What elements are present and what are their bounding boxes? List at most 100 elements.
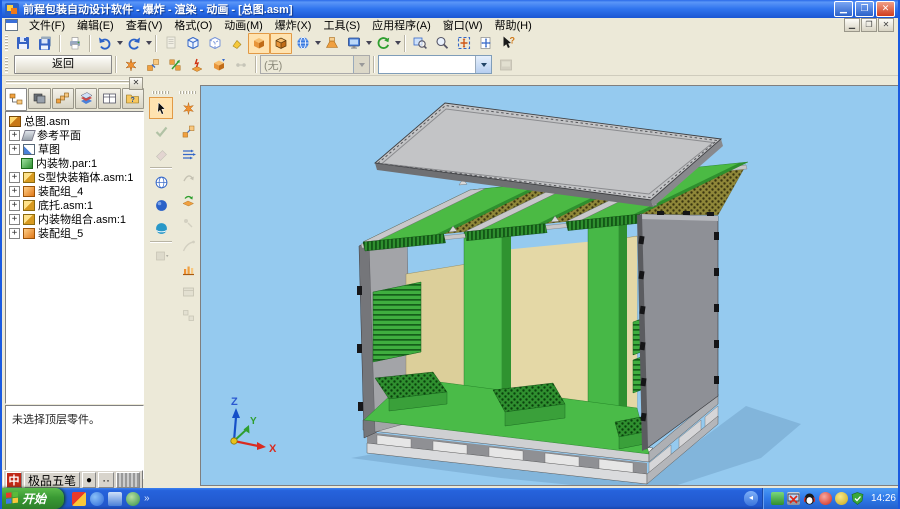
reposition-part-button[interactable] bbox=[164, 54, 186, 75]
tab-assembly-pathfinder[interactable] bbox=[5, 88, 27, 111]
ime-toolbar[interactable]: 中 极品五笔 ● ·· bbox=[3, 470, 143, 490]
tray-download-icon[interactable] bbox=[819, 492, 832, 505]
drop-tool-button[interactable] bbox=[176, 212, 200, 234]
restore-button[interactable]: ❐ bbox=[855, 1, 874, 17]
ime-keyboard-icon[interactable] bbox=[116, 472, 140, 488]
browser-globe-icon[interactable] bbox=[126, 492, 140, 506]
menu-explode[interactable]: 爆炸(X) bbox=[269, 17, 318, 33]
toolbar-grip[interactable] bbox=[152, 91, 170, 94]
more-tools-button[interactable] bbox=[149, 245, 173, 267]
tray-network-disconnected-icon[interactable] bbox=[787, 492, 800, 505]
unexplode-tool-button[interactable] bbox=[176, 166, 200, 188]
shaded-sphere-button[interactable] bbox=[149, 194, 173, 216]
menu-format[interactable]: 格式(O) bbox=[168, 17, 218, 33]
erase-button[interactable] bbox=[149, 143, 173, 165]
tree-item-contents-group[interactable]: + 内装物组合.asm:1 bbox=[6, 212, 143, 226]
child-close-button[interactable]: ✕ bbox=[878, 18, 894, 32]
select-tool-button[interactable] bbox=[149, 97, 173, 119]
tree-item-ref-planes[interactable]: + 参考平面 bbox=[6, 128, 143, 142]
refresh-button[interactable] bbox=[372, 33, 394, 54]
toolbar-grip[interactable] bbox=[5, 35, 8, 51]
tray-shield-icon[interactable] bbox=[851, 492, 864, 505]
close-button[interactable]: ✕ bbox=[876, 1, 895, 17]
flow-arrows-tool-button[interactable] bbox=[176, 143, 200, 165]
collapse-part-button[interactable] bbox=[186, 54, 208, 75]
expander-icon[interactable]: + bbox=[9, 214, 20, 225]
display-settings-dropdown[interactable] bbox=[365, 34, 372, 53]
fit-view-button[interactable] bbox=[453, 33, 475, 54]
menu-tools[interactable]: 工具(S) bbox=[317, 17, 366, 33]
refresh-dropdown[interactable] bbox=[394, 34, 401, 53]
right-column[interactable] bbox=[588, 220, 627, 417]
menu-file[interactable]: 文件(F) bbox=[23, 17, 71, 33]
bind-explode-button[interactable] bbox=[230, 54, 252, 75]
display-config-arrow[interactable] bbox=[475, 56, 491, 73]
model-viewport[interactable]: Z X Y bbox=[200, 85, 899, 486]
tray-messenger-icon[interactable] bbox=[771, 492, 784, 505]
help-select-button[interactable]: ? bbox=[497, 33, 519, 54]
tree-item-top-assembly[interactable]: 总图.asm bbox=[6, 114, 143, 128]
undo-button[interactable] bbox=[94, 33, 116, 54]
redo-dropdown[interactable] bbox=[145, 34, 152, 53]
tab-sensors[interactable] bbox=[52, 88, 74, 109]
tree-item-sketches[interactable]: + 草图 bbox=[6, 142, 143, 156]
edgebar-close-icon[interactable]: ✕ bbox=[129, 77, 143, 90]
tab-layers[interactable] bbox=[28, 88, 50, 109]
minimize-button[interactable]: ▁ bbox=[834, 1, 853, 17]
named-views-button[interactable] bbox=[149, 171, 173, 193]
tray-collapse-icon[interactable]: ◂ bbox=[744, 491, 758, 506]
config-select[interactable]: (无) bbox=[260, 55, 370, 74]
explode-options-button[interactable] bbox=[208, 54, 230, 75]
zoom-button[interactable] bbox=[431, 33, 453, 54]
tab-animation-editor[interactable] bbox=[98, 88, 120, 109]
child-minimize-button[interactable]: ▁ bbox=[844, 18, 860, 32]
render-globe-button[interactable] bbox=[292, 33, 314, 54]
expander-icon[interactable]: + bbox=[9, 186, 20, 197]
tray-qq-icon[interactable] bbox=[803, 492, 816, 505]
tab-family-of-parts[interactable] bbox=[75, 88, 97, 109]
tray-antivirus-ball-icon[interactable] bbox=[835, 492, 848, 505]
auto-explode-button[interactable] bbox=[120, 54, 142, 75]
toolbar-grip[interactable] bbox=[179, 91, 197, 94]
child-restore-button[interactable]: ❐ bbox=[861, 18, 877, 32]
pan-button[interactable] bbox=[475, 33, 497, 54]
foam-spacer-left[interactable] bbox=[373, 282, 421, 362]
explode-move-tool-button[interactable] bbox=[176, 120, 200, 142]
tab-help-folder[interactable]: ? bbox=[122, 88, 144, 109]
menu-help[interactable]: 帮助(H) bbox=[489, 17, 538, 33]
center-column[interactable] bbox=[464, 225, 511, 403]
menu-animation[interactable]: 动画(M) bbox=[218, 17, 269, 33]
print-button[interactable] bbox=[64, 33, 86, 54]
redo-button[interactable] bbox=[123, 33, 145, 54]
display-config-select[interactable] bbox=[378, 55, 492, 74]
hidden-edge-view-button[interactable] bbox=[204, 33, 226, 54]
shading-option-button[interactable] bbox=[226, 33, 248, 54]
expander-icon[interactable]: + bbox=[9, 228, 20, 239]
rotate-view-button[interactable] bbox=[149, 217, 173, 239]
menu-applications[interactable]: 应用程序(A) bbox=[366, 17, 437, 33]
document-icon[interactable] bbox=[5, 19, 18, 31]
auto-explode-tool-button[interactable] bbox=[176, 97, 200, 119]
config-select-arrow[interactable] bbox=[353, 56, 369, 73]
window-tool-button[interactable] bbox=[176, 281, 200, 303]
quick-launch-overflow-icon[interactable]: » bbox=[144, 493, 150, 504]
zoom-area-button[interactable] bbox=[409, 33, 431, 54]
expander-icon[interactable]: + bbox=[9, 172, 20, 183]
flip-tool-button[interactable] bbox=[176, 189, 200, 211]
perspective-button[interactable] bbox=[321, 33, 343, 54]
tree-item-base-tray[interactable]: + 底托.asm:1 bbox=[6, 198, 143, 212]
internet-explorer-icon[interactable] bbox=[90, 492, 104, 506]
show-desktop-icon[interactable] bbox=[108, 492, 122, 506]
tree-item-assembly-group-4[interactable]: + 装配组_4 bbox=[6, 184, 143, 198]
sheet-button[interactable] bbox=[160, 33, 182, 54]
shaded-edges-view-button[interactable] bbox=[270, 33, 292, 54]
menu-view[interactable]: 查看(V) bbox=[120, 17, 169, 33]
expander-icon[interactable]: + bbox=[9, 144, 20, 155]
toolbar-grip[interactable] bbox=[5, 57, 8, 73]
ime-punctuation-icon[interactable]: ·· bbox=[98, 472, 114, 488]
back-button[interactable]: 返回 bbox=[14, 55, 112, 74]
event-timeline-tool-button[interactable] bbox=[176, 258, 200, 280]
undo-dropdown[interactable] bbox=[116, 34, 123, 53]
display-settings-button[interactable] bbox=[343, 33, 365, 54]
shaded-view-button[interactable] bbox=[248, 33, 270, 54]
